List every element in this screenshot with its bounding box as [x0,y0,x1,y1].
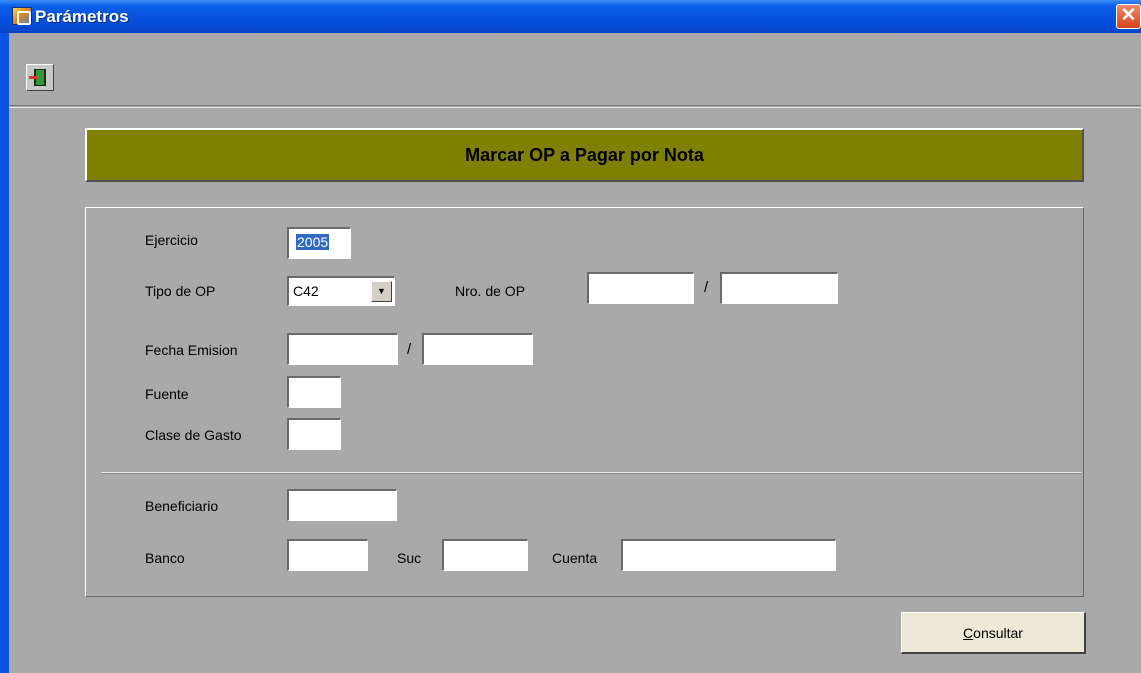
fecha-emision-label: Fecha Emision [145,342,238,358]
suc-input[interactable] [442,539,528,571]
tipo-op-select[interactable]: C42 ▼ [287,276,395,306]
beneficiario-input[interactable] [287,489,397,521]
page-title: Marcar OP a Pagar por Nota [465,144,704,165]
fuente-label: Fuente [145,386,189,402]
nro-op-from-input[interactable] [587,272,694,304]
ejercicio-label: Ejercicio [145,232,198,248]
consultar-accelerator: C [963,624,974,641]
header-banner: Marcar OP a Pagar por Nota [85,128,1084,182]
clase-gasto-label: Clase de Gasto [145,427,242,443]
fecha-emision-separator: / [407,341,412,358]
banco-input[interactable] [287,539,368,571]
suc-label: Suc [397,550,422,566]
nro-op-label: Nro. de OP [455,283,526,299]
nro-op-to-input[interactable] [720,272,838,304]
tipo-op-value: C42 [293,283,319,299]
fuente-input[interactable] [287,376,341,408]
exit-button[interactable] [26,64,54,91]
app-icon [12,7,32,25]
cuenta-label: Cuenta [552,550,598,566]
ejercicio-value: 2005 [296,234,330,250]
tipo-op-label: Tipo de OP [145,283,216,299]
cuenta-input[interactable] [621,539,836,571]
beneficiario-label: Beneficiario [145,498,219,514]
fecha-emision-to-input[interactable] [422,333,533,365]
chevron-down-icon[interactable]: ▼ [371,281,392,302]
nro-op-separator: / [704,279,709,296]
toolbar [9,33,1141,108]
consultar-button[interactable]: Consultar [901,612,1086,654]
parameters-form-panel: Ejercicio 2005 Tipo de OP C42 ▼ Nro. de … [85,207,1084,597]
clase-gasto-input[interactable] [287,418,341,450]
banco-label: Banco [145,550,185,566]
parametros-window: Parámetros ✕ Marcar OP a Pagar por Nota … [0,0,1141,673]
close-button[interactable]: ✕ [1116,4,1141,29]
title-bar[interactable]: Parámetros ✕ [0,0,1141,33]
consultar-label: onsultar [973,624,1023,641]
fecha-emision-from-input[interactable] [287,333,398,365]
section-divider [101,472,1081,474]
ejercicio-input[interactable]: 2005 [287,227,351,259]
window-title: Parámetros [35,7,129,26]
exit-arrow-icon [29,76,37,79]
exit-door-leaf [36,70,44,85]
